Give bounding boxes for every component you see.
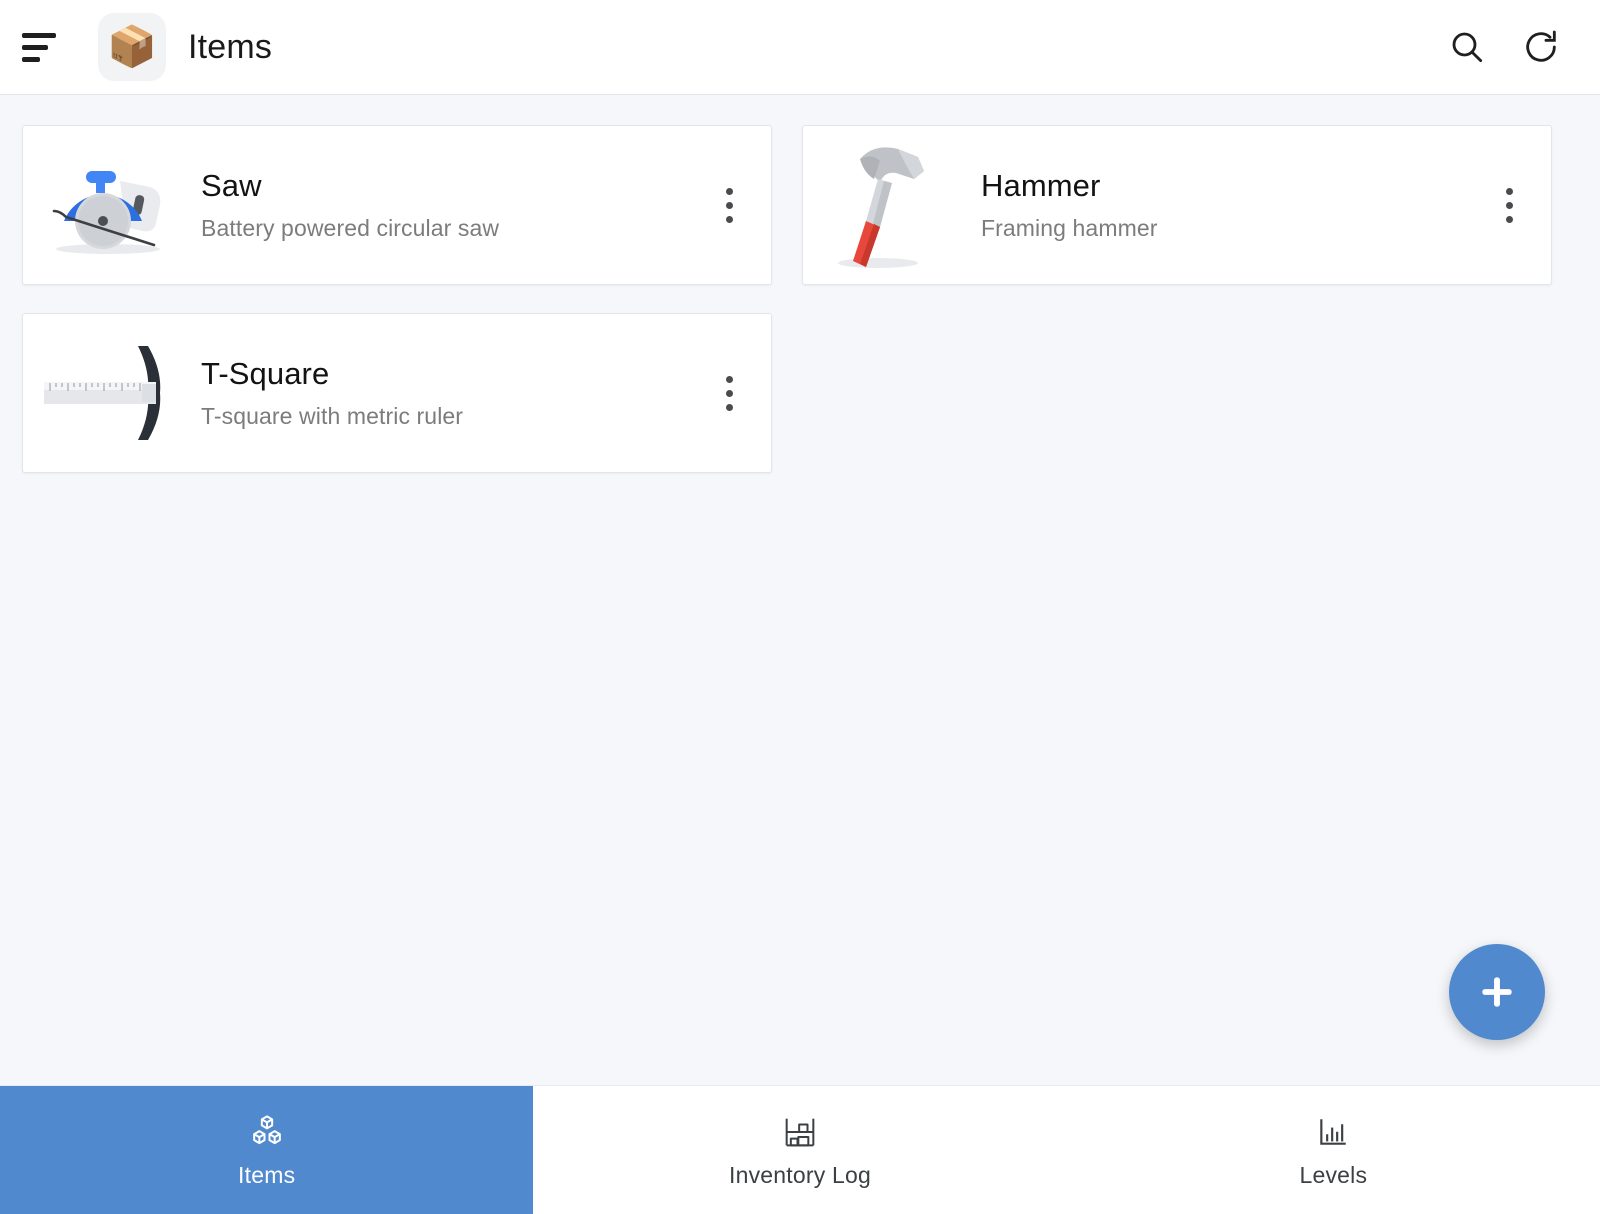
item-card-hammer[interactable]: Hammer Framing hammer — [802, 125, 1552, 285]
bar-chart-icon — [1313, 1112, 1353, 1152]
items-list-container: Saw Battery powered circular saw Hammer … — [0, 95, 1600, 1085]
dot-2 — [1505, 201, 1513, 209]
menu-line-1 — [22, 32, 56, 38]
package-box-icon: 📦 — [98, 13, 166, 81]
item-text-block: Saw Battery powered circular saw — [183, 168, 705, 243]
item-subtitle: Battery powered circular saw — [201, 215, 500, 242]
more-vertical-icon[interactable] — [1485, 175, 1533, 235]
dot-2 — [725, 389, 733, 397]
item-card-saw[interactable]: Saw Battery powered circular saw — [22, 125, 772, 285]
item-card-t-square[interactable]: T-Square T-square with metric ruler — [22, 313, 772, 473]
warehouse-shelf-icon — [780, 1112, 820, 1152]
boxes-icon — [247, 1112, 287, 1152]
refresh-icon[interactable] — [1510, 16, 1572, 78]
package-box-glyph: 📦 — [107, 25, 157, 69]
nav-tab-items[interactable]: Items — [0, 1086, 534, 1214]
item-title: Saw — [201, 167, 262, 203]
item-text-block: Hammer Framing hammer — [963, 168, 1485, 243]
nav-tab-label: Levels — [1299, 1161, 1368, 1188]
more-vertical-icon[interactable] — [705, 175, 753, 235]
item-title: T-Square — [201, 355, 330, 391]
nav-tab-label: Inventory Log — [729, 1161, 871, 1188]
bottom-navigation: Items Inventory Log Levels — [0, 1085, 1600, 1214]
menu-line-2 — [22, 44, 48, 50]
item-text-block: T-Square T-square with metric ruler — [183, 356, 705, 431]
more-vertical-icon[interactable] — [705, 363, 753, 423]
item-subtitle: Framing hammer — [981, 215, 1158, 242]
add-item-fab[interactable] — [1449, 944, 1545, 1040]
circular-saw-icon — [33, 145, 183, 265]
nav-tab-label: Items — [238, 1161, 296, 1188]
dot-3 — [725, 215, 733, 223]
app-bar: 📦 Items — [0, 0, 1600, 95]
hamburger-menu-icon[interactable] — [18, 21, 70, 73]
dot-1 — [725, 187, 733, 195]
menu-line-3 — [22, 56, 40, 62]
dot-3 — [725, 403, 733, 411]
item-subtitle: T-square with metric ruler — [201, 403, 464, 430]
dot-1 — [1505, 187, 1513, 195]
dot-1 — [725, 375, 733, 383]
dot-2 — [725, 201, 733, 209]
dot-3 — [1505, 215, 1513, 223]
hammer-icon — [813, 145, 963, 268]
items-grid: Saw Battery powered circular saw Hammer … — [22, 125, 1578, 473]
item-title: Hammer — [981, 167, 1101, 203]
plus-icon — [1482, 977, 1512, 1007]
search-icon[interactable] — [1436, 16, 1498, 78]
t-square-icon — [33, 333, 183, 453]
nav-tab-inventory-log[interactable]: Inventory Log — [533, 1086, 1066, 1214]
nav-tab-levels[interactable]: Levels — [1067, 1086, 1600, 1214]
page-title: Items — [188, 27, 273, 66]
